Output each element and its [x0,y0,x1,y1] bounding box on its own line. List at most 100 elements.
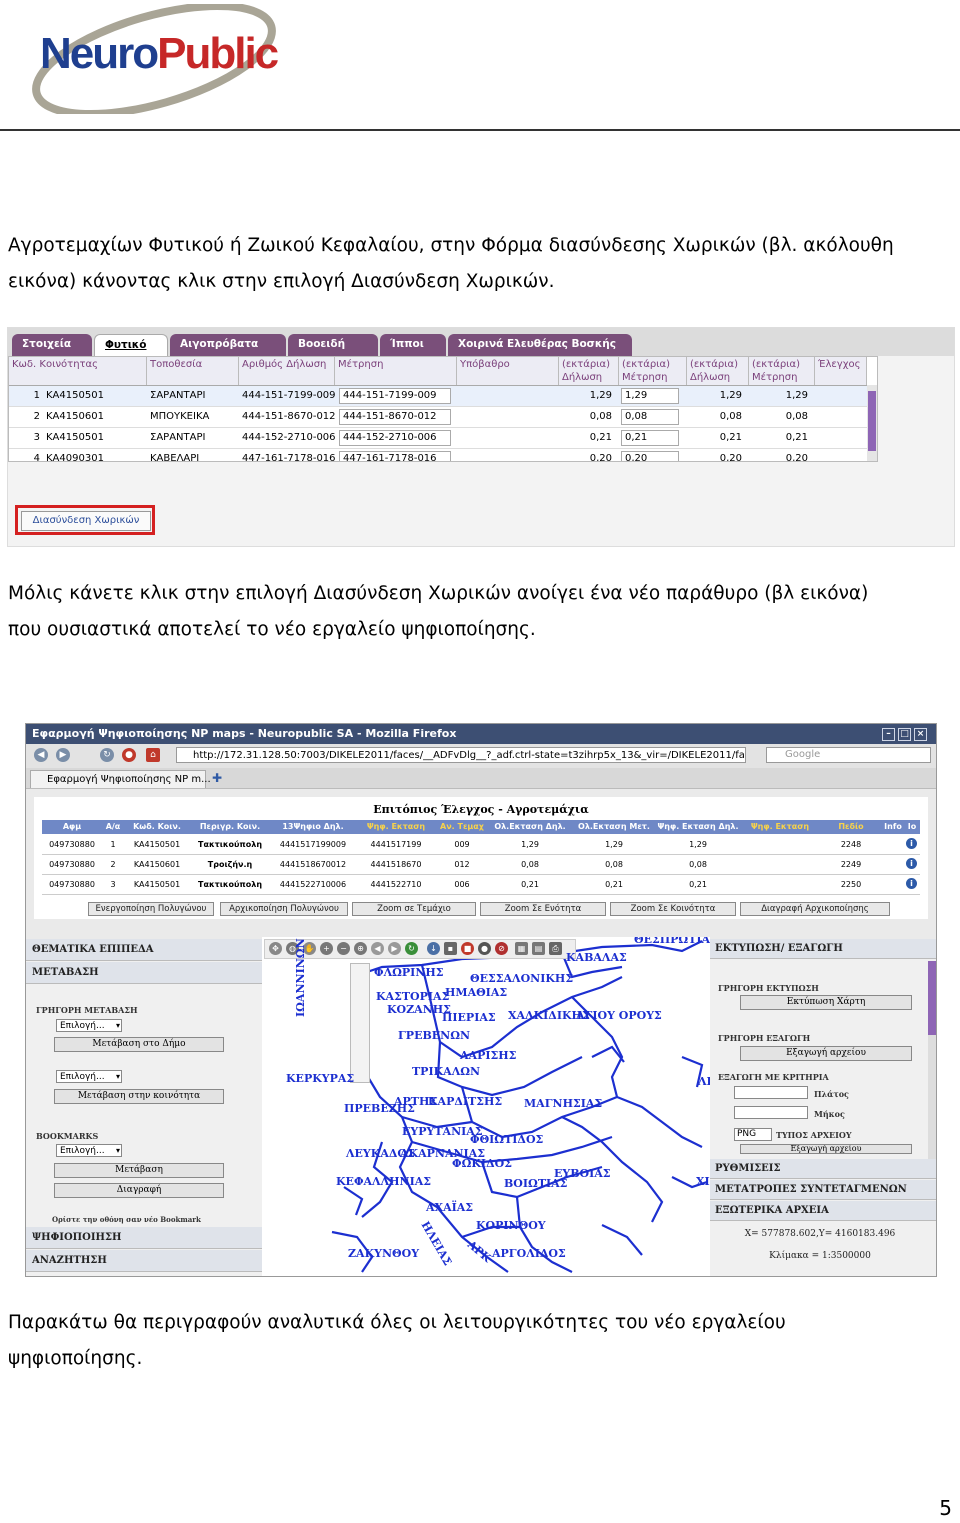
settings-header[interactable]: ΡΥΘΜΙΣΕΙΣ [710,1159,936,1179]
map-view[interactable]: ✥ ◍ ✋ + − ⊕ ◀ ▶ ↻ ↓ ▪ ■ ● ⊘ ▦ ▤ ⎙ ΚΑΒΑΛΑ… [262,937,710,1276]
tab-ippoi[interactable]: Ίπποι [380,334,446,356]
print-export-header[interactable]: ΕΚΤΥΠΩΣΗ/ ΕΞΑΓΩΓΗ [710,939,936,959]
measured-id-input[interactable]: 444-152-2710-006 [339,430,451,446]
cell-area: 0,21 [689,880,707,889]
bookmark-delete-button[interactable]: Διαγραφή [54,1183,224,1198]
clear-icon[interactable]: ⊘ [495,942,508,955]
right-panel-scrollbar[interactable] [928,961,936,1159]
map-label: ΒΟΙΩΤΙΑΣ [504,1177,568,1190]
refresh-icon[interactable]: ↻ [405,942,418,955]
cell-community-code: ΚΑ4150601 [133,860,181,869]
new-tab-icon[interactable]: ✚ [212,771,222,785]
go-to-community-button[interactable]: Μετάβαση στην κοινότητα [54,1089,224,1104]
zoom-community-button[interactable]: Zoom Σε Κοινότητα [610,902,736,916]
bookmarks-label: BOOKMARKS [36,1131,99,1141]
coord-transform-header[interactable]: ΜΕΤΑΤΡΟΠΕΣ ΣΥΝΤΕΤΑΓΜΕΝΩΝ [710,1180,936,1200]
measured-area-input[interactable]: 0,21 [621,430,679,446]
measured-area-input[interactable]: 0,08 [621,409,679,425]
bookmark-select[interactable]: Επιλογή... [56,1144,122,1157]
grid-vertical-scrollbar[interactable] [867,385,877,461]
map-label: ΦΛΩΡΙΝΗΣ [374,966,444,979]
measured-id-input[interactable]: 444-151-8670-012 [339,409,451,425]
download-icon[interactable]: ↓ [427,942,440,955]
measured-id-input[interactable]: 444-151-7199-009 [339,388,451,404]
digitize-header[interactable]: ΨΗΦΙΟΠΟΙΗΣΗ [26,1227,288,1249]
url-bar[interactable]: http://172.31.128.50:7003/DIKELE2011/fac… [176,747,746,763]
table-icon[interactable]: ▦ [515,942,528,955]
municipality-select[interactable]: Επιλογή... [56,1019,122,1032]
table-row[interactable]: 2 ΚΑ4150601 ΜΠΟΥΚΕΙΚΑ 444-151-8670-012 4… [9,407,867,428]
maximize-icon[interactable]: □ [898,728,911,741]
table-row[interactable]: 049730880 2 ΚΑ4150601 Τροιζήν.η 44415186… [42,855,920,875]
browser-tab[interactable]: Εφαρμογή Ψηφιοποίησης NP m... [30,770,211,788]
zoom-unit-button[interactable]: Zoom Σε Ενότητα [480,902,606,916]
print-icon[interactable]: ⎙ [549,942,562,955]
file-type-select[interactable]: PNG [734,1128,772,1141]
previous-view-icon[interactable]: ◀ [371,942,384,955]
zoom-box-icon[interactable]: ⊕ [354,942,367,955]
tab-xoirina[interactable]: Χοιρινά Ελευθέρας Βοσκής [448,334,632,356]
print-map-button[interactable]: Εκτύπωση Χάρτη [740,995,912,1010]
zoom-in-icon[interactable]: + [320,942,333,955]
back-icon[interactable]: ◀ [34,748,48,762]
navigate-header[interactable]: ΜΕΤΑΒΑΣΗ [26,962,288,984]
cell-declared-id: 444-152-2710-006 [242,432,335,443]
pan-arrows-icon[interactable]: ✥ [269,942,282,955]
layer-icon[interactable]: ■ [461,942,474,955]
tab-stoixeia[interactable]: Στοιχεία [12,334,92,356]
forward-icon[interactable]: ▶ [56,748,70,762]
tab-fytiko[interactable]: Φυτικό [94,334,168,356]
search-input[interactable]: Google [766,747,931,763]
cell-location: ΣΑΡΑΝΤΑΡΙ [150,390,206,401]
zoom-out-icon[interactable]: − [337,942,350,955]
bookmark-note[interactable]: Ορίστε την οθόνη σαν νέο Bookmark [52,1215,201,1224]
info-icon[interactable]: i [906,838,917,849]
search-header[interactable]: ΑΝΑΖΗΤΗΣΗ [26,1250,288,1272]
home-icon[interactable]: ⌂ [146,748,160,762]
export-file-button[interactable]: Εξαγωγή αρχείου [740,1046,912,1061]
row-index: 3 [33,432,40,443]
external-files-header[interactable]: ΕΞΩΤΕΡΙΚΑ ΑΡΧΕΙΑ [710,1201,936,1221]
row-index: 1 [33,390,40,401]
measured-id-input[interactable]: 447-161-7178-016 [339,451,451,461]
tab-vooeidi[interactable]: Βοοειδή [288,334,378,356]
length-input[interactable] [734,1106,808,1119]
measured-area-input[interactable]: 0,20 [621,451,679,461]
bookmark-go-button[interactable]: Μετάβαση [54,1163,224,1178]
export-criteria-button[interactable]: Εξαγωγή αρχείου [740,1144,912,1154]
zoom-slider[interactable] [350,963,370,1083]
community-select[interactable]: Επιλογή... [56,1070,122,1083]
table-row[interactable]: 4 ΚΑ4090301 ΚΑΒΕΛΑΡΙ 447-161-7178-016 44… [9,449,867,461]
map-label: ΛΕΣΒΟ [698,1075,710,1088]
width-input[interactable] [734,1086,808,1099]
themes-header[interactable]: ΘΕΜΑΤΙΚΑ ΕΠΙΠΕΔΑ [26,939,288,961]
next-view-icon[interactable]: ▶ [388,942,401,955]
scrollbar-thumb[interactable] [868,391,876,451]
reload-icon[interactable]: ↻ [100,748,114,762]
identify-icon[interactable]: ● [478,942,491,955]
table-row[interactable]: 049730880 3 ΚΑ4150501 Τακτικούπολη 44415… [42,875,920,895]
paragraph-line: Παρακάτω θα περιγραφούν αναλυτικά όλες ο… [8,1312,786,1333]
stop-icon[interactable]: ● [122,748,136,762]
zoom-parcel-button[interactable]: Zoom σε Τεμάχιο [352,902,476,916]
delete-reset-button[interactable]: Διαγραφή Αρχικοποίησης [740,902,890,916]
measured-area-input[interactable]: 1,29 [621,388,679,404]
reset-polygon-button[interactable]: Αρχικοποίηση Πολυγώνου [220,902,348,916]
info-icon[interactable]: i [906,858,917,869]
minimize-icon[interactable]: – [882,728,895,741]
column-header: Αριθμός Δήλωση [239,357,335,385]
go-to-municipality-button[interactable]: Μετάβαση στο Δήμο [54,1037,224,1052]
save-icon[interactable]: ▪ [444,942,457,955]
info-icon[interactable]: i [906,878,917,889]
cell-declared-id: 444-151-7199-009 [242,390,335,401]
grid-icon[interactable]: ▤ [532,942,545,955]
table-row[interactable]: 3 ΚΑ4150501 ΣΑΡΑΝΤΑΡΙ 444-152-2710-006 4… [9,428,867,449]
tab-aigoprovata[interactable]: Αιγοπρόβατα [170,334,286,356]
spatial-link-button[interactable]: Διασύνδεση Χωρικών [21,511,151,531]
scrollbar-thumb[interactable] [928,961,936,1035]
activate-polygon-button[interactable]: Ενεργοποίηση Πολυγώνου [88,902,214,916]
table-row[interactable]: 049730880 1 ΚΑ4150501 Τακτικούπολη 44415… [42,835,920,855]
table-row[interactable]: 1 ΚΑ4150501 ΣΑΡΑΝΤΑΡΙ 444-151-7199-009 4… [9,386,867,407]
close-icon[interactable]: × [914,728,927,741]
file-type-label: ΤΥΠΟΣ ΑΡΧΕΙΟΥ [776,1130,852,1140]
